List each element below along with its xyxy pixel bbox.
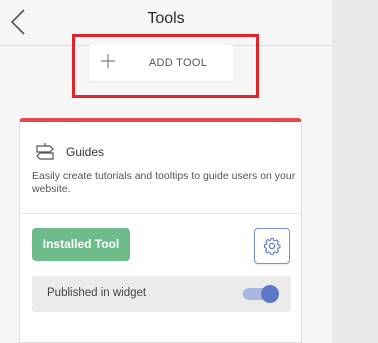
- add-tool-label: ADD TOOL: [148, 57, 208, 69]
- published-row: Published in widget: [32, 276, 291, 312]
- published-label: Published in widget: [47, 287, 147, 299]
- settings-button[interactable]: [254, 228, 290, 264]
- tool-card-guides: Guides Easily create tutorials and toolt…: [19, 118, 302, 343]
- published-toggle[interactable]: [243, 285, 279, 303]
- signpost-icon: [36, 143, 54, 160]
- add-tool-button[interactable]: ADD TOOL: [89, 45, 233, 81]
- gear-icon: [263, 237, 281, 255]
- divider: [20, 213, 301, 214]
- tool-card-description: Easily create tutorials and tooltips to …: [32, 170, 296, 195]
- tools-panel: Tools ADD TOOL Guides Easily create tuto…: [0, 0, 332, 343]
- tool-card-title: Guides: [66, 145, 105, 159]
- plus-icon: [101, 54, 115, 68]
- side-area: [332, 0, 378, 343]
- toggle-knob: [261, 285, 279, 303]
- installed-tool-button[interactable]: Installed Tool: [32, 228, 130, 261]
- page-title: Tools: [147, 10, 185, 27]
